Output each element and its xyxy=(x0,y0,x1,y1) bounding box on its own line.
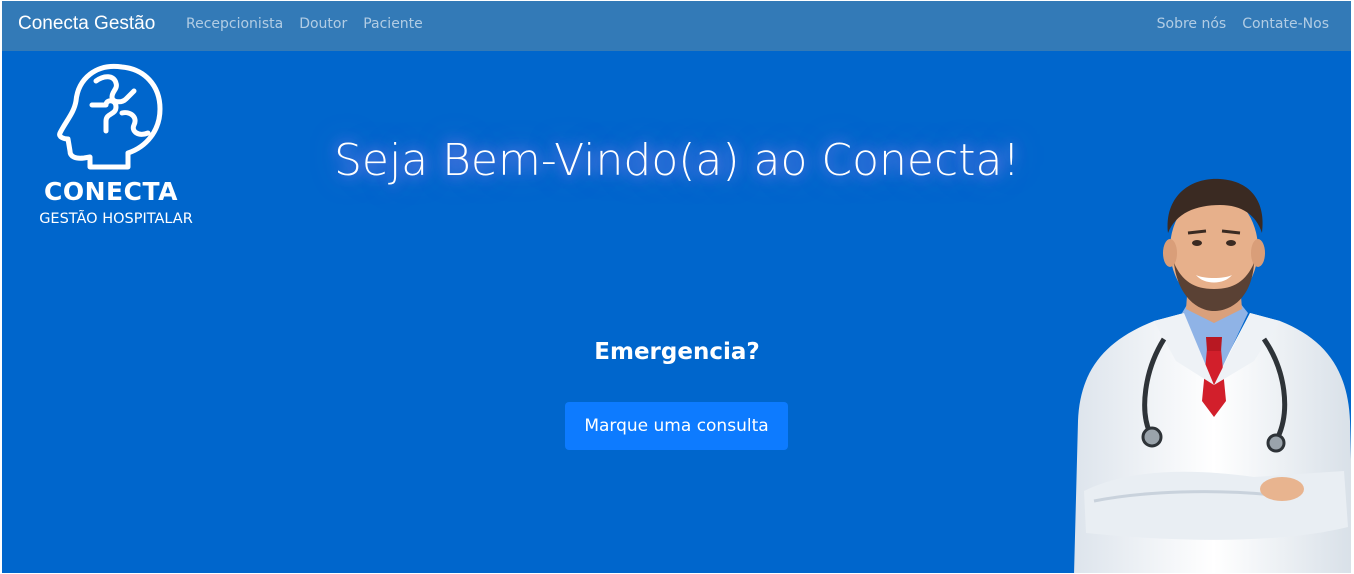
page-frame: Conecta Gestão Recepcionista Doutor Paci… xyxy=(2,1,1351,573)
doctor-illustration xyxy=(1074,178,1351,573)
nav-link-doutor[interactable]: Doutor xyxy=(299,16,347,32)
welcome-headline: Seja Bem-Vindo(a) ao Conecta! xyxy=(333,135,1021,186)
top-navbar: Conecta Gestão Recepcionista Doutor Paci… xyxy=(2,1,1351,51)
nav-link-sobre-nos[interactable]: Sobre nós xyxy=(1157,16,1227,32)
nav-link-contate-nos[interactable]: Contate-Nos xyxy=(1242,16,1329,32)
nav-link-paciente[interactable]: Paciente xyxy=(363,16,423,32)
logo-subtitle: GESTÃO HOSPITALAR xyxy=(39,211,193,227)
nav-right-group: Sobre nós Contate-Nos xyxy=(1157,16,1329,32)
conecta-logo: CONECTA GESTÃO HOSPITALAR xyxy=(28,59,208,235)
emergency-heading: Emergencia? xyxy=(594,339,760,365)
nav-left-group: Recepcionista Doutor Paciente xyxy=(186,16,423,32)
logo-wordmark: CONECTA xyxy=(44,177,178,206)
nav-link-recepcionista[interactable]: Recepcionista xyxy=(186,16,283,32)
brand-link[interactable]: Conecta Gestão xyxy=(18,13,155,35)
head-puzzle-icon xyxy=(57,63,163,170)
book-appointment-button[interactable]: Marque uma consulta xyxy=(565,402,788,450)
